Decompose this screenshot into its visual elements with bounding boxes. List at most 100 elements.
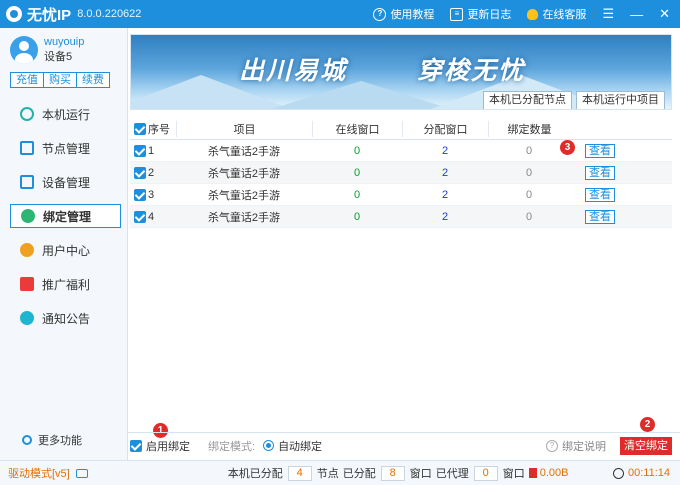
tab-assigned-nodes[interactable]: 本机已分配节点	[483, 91, 572, 109]
play-icon	[20, 107, 34, 121]
device-icon	[20, 175, 34, 189]
tab-running-projects[interactable]: 本机运行中项目	[576, 91, 665, 109]
assigned-label: 本机已分配	[227, 468, 283, 480]
support-link[interactable]: 在线客服	[527, 6, 586, 22]
question-icon: ?	[546, 439, 558, 452]
select-all-checkbox[interactable]	[134, 122, 146, 135]
auto-bind-radio[interactable]	[263, 440, 275, 451]
bind-table: 序号 项目 在线窗口 分配窗口 绑定数量 1 杀气童话2手游 0 2 0 查看 …	[130, 118, 672, 228]
support-label: 在线客服	[542, 9, 587, 21]
sidebar-item-node-management[interactable]: 节点管理	[10, 136, 121, 160]
proxied-count: 0	[473, 465, 498, 481]
close-icon[interactable]: ✕	[659, 6, 670, 22]
recharge-button[interactable]: 充值	[10, 72, 44, 88]
row-checkbox[interactable]	[134, 188, 146, 201]
gear-icon	[22, 435, 32, 445]
uptime-timer: 00:11:14	[612, 467, 670, 479]
table-header: 序号 项目 在线窗口 分配窗口 绑定数量	[130, 118, 672, 140]
view-button[interactable]: 查看	[585, 165, 615, 180]
tutorial-link[interactable]: ? 使用教程	[373, 6, 434, 22]
view-button[interactable]: 查看	[585, 143, 615, 158]
proxied-label: 已代理	[435, 468, 469, 480]
traffic-speed: 0.00B	[539, 467, 569, 479]
user-panel: wuyouip 设备5	[0, 28, 127, 64]
window2-label: 窗口	[502, 468, 525, 480]
tutorial-label: 使用教程	[390, 9, 435, 21]
gift-icon	[20, 277, 34, 291]
traffic-icon	[528, 468, 537, 478]
sidebar-nav: 本机运行 节点管理 设备管理 绑定管理 用户中心 推广福利 通知公告	[0, 102, 127, 330]
bind-options-bar: 启用绑定 绑定模式: 自动绑定 ? 绑定说明 清空绑定	[128, 432, 680, 458]
row-checkbox[interactable]	[134, 210, 146, 223]
timer-value: 00:11:14	[627, 467, 670, 479]
clock-icon	[612, 467, 624, 479]
banner: 出川易城 穿梭无忧 本机已分配节点 本机运行中项目	[130, 34, 672, 110]
row-online: 0	[353, 210, 361, 223]
status-bar: 驱动模式[v5] 本机已分配 4 节点 已分配 8 窗口 已代理 0 窗口 0.…	[0, 460, 680, 485]
row-assigned: 2	[441, 188, 449, 201]
app-version: 8.0.0.220622	[77, 8, 142, 20]
more-features-link[interactable]: 更多功能	[22, 432, 82, 448]
app-logo-icon	[6, 6, 22, 22]
question-icon: ?	[373, 7, 387, 21]
table-row: 1 杀气童话2手游 0 2 0 查看	[130, 140, 672, 162]
clear-bind-button[interactable]: 清空绑定	[620, 436, 672, 455]
sidebar-item-label: 本机运行	[42, 107, 91, 122]
bell-icon	[527, 8, 539, 20]
auto-bind-label: 自动绑定	[278, 440, 323, 453]
minimize-icon[interactable]: —	[630, 7, 643, 22]
assigned-count: 4	[287, 465, 312, 481]
row-online: 0	[353, 144, 361, 157]
changelog-link[interactable]: ≡ 更新日志	[450, 6, 511, 22]
notice-icon	[20, 311, 34, 325]
bind-mode-label: 绑定模式:	[208, 440, 256, 453]
header-assigned: 分配窗口	[402, 120, 488, 137]
sidebar-item-user-center[interactable]: 用户中心	[10, 238, 121, 262]
enable-bind-checkbox[interactable]	[130, 439, 142, 452]
row-project: 杀气童话2手游	[207, 167, 281, 180]
row-no: 3	[148, 188, 155, 201]
sidebar-item-device-management[interactable]: 设备管理	[10, 170, 121, 194]
header-online: 在线窗口	[312, 120, 402, 137]
buy-button[interactable]: 购买	[43, 72, 77, 88]
banner-slogan-right: 穿梭无忧	[417, 57, 526, 85]
table-row: 4 杀气童话2手游 0 2 0 查看	[130, 206, 672, 228]
sidebar-item-label: 用户中心	[42, 243, 91, 258]
device-name: 设备5	[44, 51, 73, 63]
sidebar-item-local-run[interactable]: 本机运行	[10, 102, 121, 126]
sidebar-item-label: 节点管理	[42, 141, 91, 156]
row-project: 杀气童话2手游	[207, 189, 281, 202]
renew-button[interactable]: 续费	[76, 72, 110, 88]
window-label: 窗口	[409, 468, 432, 480]
menu-icon[interactable]: ☰	[602, 6, 614, 22]
row-bound: 0	[525, 144, 533, 157]
switch-icon[interactable]	[75, 468, 88, 478]
node-label: 节点	[316, 468, 339, 480]
assigned2-label: 已分配	[342, 468, 376, 480]
row-online: 0	[353, 188, 361, 201]
row-assigned: 2	[441, 210, 449, 223]
step-badge: 3	[560, 140, 575, 155]
row-checkbox[interactable]	[134, 144, 146, 157]
row-no: 2	[148, 166, 155, 179]
header-bound: 绑定数量	[488, 120, 570, 137]
bind-help-link[interactable]: ? 绑定说明	[546, 438, 606, 454]
view-button[interactable]: 查看	[585, 187, 615, 202]
sidebar-item-bind-management[interactable]: 绑定管理	[10, 204, 121, 228]
step-badge: 2	[640, 417, 655, 432]
table-row: 2 杀气童话2手游 0 2 0 查看	[130, 162, 672, 184]
row-checkbox[interactable]	[134, 166, 146, 179]
row-online: 0	[353, 166, 361, 179]
sidebar-item-label: 设备管理	[42, 175, 91, 190]
header-project: 项目	[176, 120, 312, 137]
sidebar-item-notice[interactable]: 通知公告	[10, 306, 121, 330]
assigned2-count: 8	[380, 465, 405, 481]
enable-bind-label: 启用绑定	[146, 440, 190, 453]
bind-icon	[21, 209, 35, 223]
row-no: 1	[148, 144, 155, 157]
view-button[interactable]: 查看	[585, 209, 615, 224]
row-project: 杀气童话2手游	[207, 145, 281, 158]
sidebar-item-label: 推广福利	[42, 277, 91, 292]
node-icon	[20, 141, 34, 155]
sidebar-item-promotion[interactable]: 推广福利	[10, 272, 121, 296]
